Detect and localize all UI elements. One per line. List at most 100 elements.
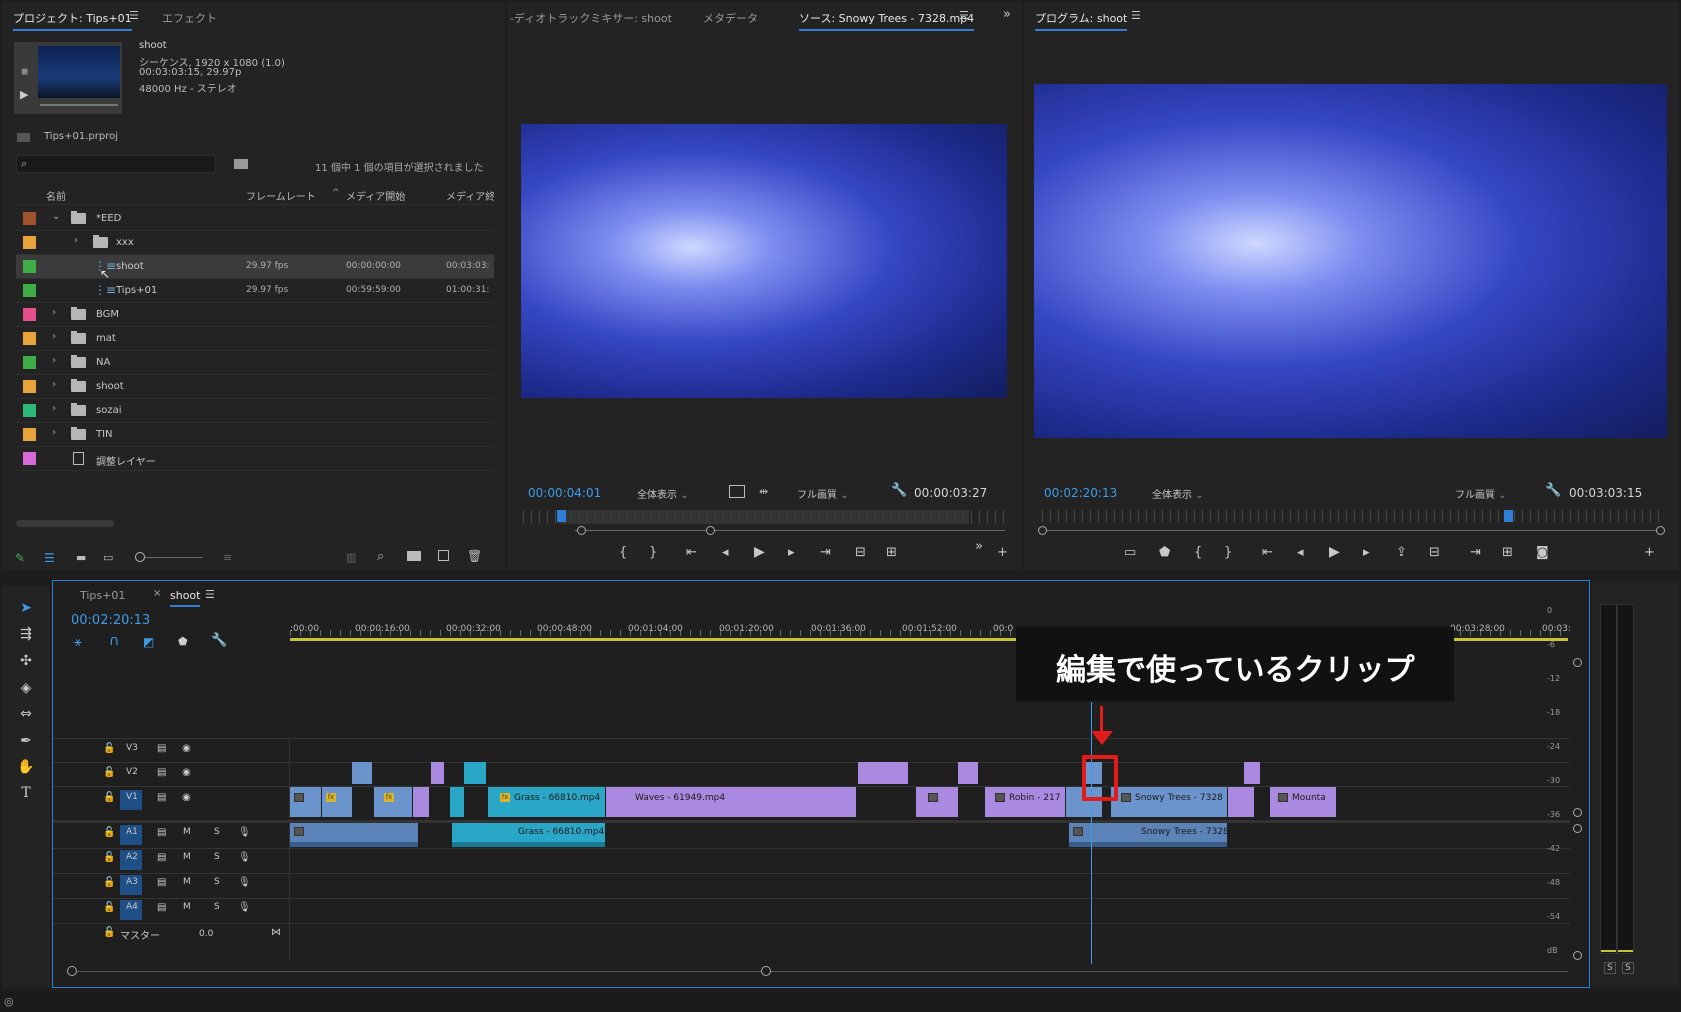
label-color-swatch[interactable] xyxy=(23,380,36,393)
clip-v1-robin[interactable]: Robin - 217 xyxy=(985,787,1065,817)
panel-menu-icon[interactable]: ☰ xyxy=(959,9,969,22)
eye-icon[interactable]: ◉ xyxy=(182,767,191,778)
lock-icon[interactable]: 🔓 xyxy=(103,852,115,863)
list-item[interactable]: › TIN xyxy=(16,423,494,447)
clip-v2[interactable] xyxy=(958,762,978,784)
tab-metadata[interactable]: メタデータ xyxy=(703,10,758,26)
export-frame-button[interactable]: ◙ xyxy=(1536,545,1549,560)
icon-view-icon[interactable]: ▬ xyxy=(76,551,86,564)
clip-v1[interactable] xyxy=(413,787,429,817)
chevron-right-icon[interactable]: › xyxy=(52,331,56,342)
solo-right-button[interactable]: S xyxy=(1622,962,1634,974)
new-bin-icon[interactable] xyxy=(407,551,421,561)
program-fit-dropdown[interactable]: 全体表示 xyxy=(1152,486,1204,501)
source-quality-dropdown[interactable]: フル画質 xyxy=(797,486,849,501)
clip-v2[interactable] xyxy=(858,762,908,784)
play-button[interactable]: ▶ xyxy=(754,544,765,560)
solo-button[interactable]: S xyxy=(214,877,220,887)
automate-icon[interactable]: ▥ xyxy=(346,551,356,564)
list-item[interactable]: › sozai xyxy=(16,399,494,423)
solo-button[interactable]: S xyxy=(214,902,220,912)
step-forward-button[interactable]: ▸ xyxy=(1363,545,1370,560)
horizontal-scrollbar[interactable] xyxy=(16,520,114,527)
tab-source[interactable]: ソース: Snowy Trees - 7328.mp4 xyxy=(799,10,975,31)
clip-a1-snowy[interactable]: Snowy Trees - 7328 xyxy=(1113,823,1227,847)
program-zoom-bar[interactable] xyxy=(1042,530,1662,531)
search-input[interactable]: ⌕ xyxy=(16,155,216,173)
overflow-icon[interactable]: » xyxy=(975,539,983,554)
clip-v2[interactable] xyxy=(464,762,486,784)
clip-a1[interactable] xyxy=(452,823,488,847)
chevron-right-icon[interactable]: › xyxy=(52,355,56,366)
program-playhead[interactable] xyxy=(1504,510,1513,522)
sync-lock-icon[interactable]: ▤ xyxy=(157,767,166,778)
solo-button[interactable]: S xyxy=(214,852,220,862)
tab-audio-mixer[interactable]: -ディオトラックミキサー: shoot xyxy=(510,10,672,26)
wrench-icon[interactable]: 🔧 xyxy=(1545,483,1561,498)
source-fit-dropdown[interactable]: 全体表示 xyxy=(637,486,689,501)
list-item[interactable]: › shoot xyxy=(16,375,494,399)
track-label-a2[interactable]: A2 xyxy=(126,852,138,862)
clip-v1-waves[interactable]: Waves - 61949.mp4 xyxy=(606,787,856,817)
list-item[interactable]: › mat xyxy=(16,327,494,351)
zoom-handle-right[interactable] xyxy=(761,966,771,976)
compare-view-button[interactable]: ⊞ xyxy=(1502,545,1513,560)
insert-button[interactable]: ⊟ xyxy=(855,545,866,560)
overflow-icon[interactable]: » xyxy=(1003,7,1011,22)
panel-menu-icon[interactable]: ☰ xyxy=(205,588,215,601)
mute-button[interactable]: M xyxy=(183,877,191,887)
clip-v2[interactable] xyxy=(431,762,444,784)
column-name[interactable]: 名前 xyxy=(46,188,66,203)
label-color-swatch[interactable] xyxy=(23,212,36,225)
wrench-icon[interactable]: 🔧 xyxy=(891,483,907,498)
mark-out-button[interactable]: } xyxy=(649,545,657,560)
creative-cloud-icon[interactable]: ◎ xyxy=(4,995,14,1008)
clip-v1[interactable]: fx xyxy=(374,787,412,817)
sync-lock-icon[interactable]: ▤ xyxy=(157,902,166,913)
source-zoom-bar[interactable] xyxy=(575,530,1005,531)
list-item[interactable]: › BGM xyxy=(16,303,494,327)
zoom-handle-left[interactable] xyxy=(577,526,586,535)
solo-button[interactable]: S xyxy=(214,827,220,837)
pen-tool-icon[interactable]: ✒ xyxy=(16,731,36,751)
track-label-a4[interactable]: A4 xyxy=(126,902,138,912)
mark-in-button[interactable]: { xyxy=(619,545,627,560)
play-icon[interactable]: ▶ xyxy=(20,88,28,101)
panel-menu-icon[interactable]: ☰ xyxy=(1131,9,1141,22)
list-item[interactable]: ⋮≡ shoot 29.97 fps 00:00:00:00 00:03:03:… xyxy=(16,255,494,281)
zoom-slider-handle[interactable] xyxy=(135,552,145,562)
list-item[interactable]: 調整レイヤー xyxy=(16,447,494,471)
mute-button[interactable]: M xyxy=(183,827,191,837)
go-to-end-icon[interactable]: ⋈ xyxy=(271,927,281,938)
label-color-swatch[interactable] xyxy=(23,236,36,249)
step-back-button[interactable]: ◂ xyxy=(722,545,729,560)
close-icon[interactable]: × xyxy=(153,588,161,599)
hand-tool-icon[interactable]: ✋ xyxy=(16,757,36,777)
lift-button[interactable]: ⇪ xyxy=(1396,545,1407,560)
zoom-handle-left[interactable] xyxy=(1038,526,1047,535)
sync-lock-icon[interactable]: ▤ xyxy=(157,792,166,803)
source-timecode[interactable]: 00:00:04:01 xyxy=(528,486,601,500)
list-item[interactable]: ⋮≡ Tips+01 29.97 fps 00:59:59:00 01:00:3… xyxy=(16,279,494,303)
column-framerate[interactable]: フレームレート xyxy=(246,188,316,203)
tab-project[interactable]: プロジェクト: Tips+01 xyxy=(13,10,132,31)
zoom-handle-left[interactable] xyxy=(67,966,77,976)
timeline-timecode[interactable]: 00:02:20:13 xyxy=(71,613,150,628)
source-playhead[interactable] xyxy=(557,510,566,522)
clip-v1[interactable]: fx xyxy=(322,787,352,817)
sync-lock-icon[interactable]: ▤ xyxy=(157,827,166,838)
new-search-bin-icon[interactable] xyxy=(234,159,248,169)
go-to-out-button[interactable]: ⇥ xyxy=(1470,545,1481,560)
panel-menu-icon[interactable]: ☰ xyxy=(129,9,139,22)
safe-margins-button[interactable]: ▭ xyxy=(1124,545,1136,560)
drag-video-icon[interactable] xyxy=(729,485,745,498)
clip-v2[interactable] xyxy=(1244,762,1260,784)
label-color-swatch[interactable] xyxy=(23,356,36,369)
column-media-end[interactable]: メディア終 xyxy=(446,188,494,203)
chevron-down-icon[interactable]: ⌄ xyxy=(52,211,60,222)
zoom-handle-right[interactable] xyxy=(706,526,715,535)
lock-icon[interactable]: 🔓 xyxy=(103,877,115,888)
slip-tool-icon[interactable]: ⇔ xyxy=(16,704,36,724)
lock-icon[interactable]: 🔓 xyxy=(103,827,115,838)
lock-icon[interactable]: 🔓 xyxy=(103,792,115,803)
